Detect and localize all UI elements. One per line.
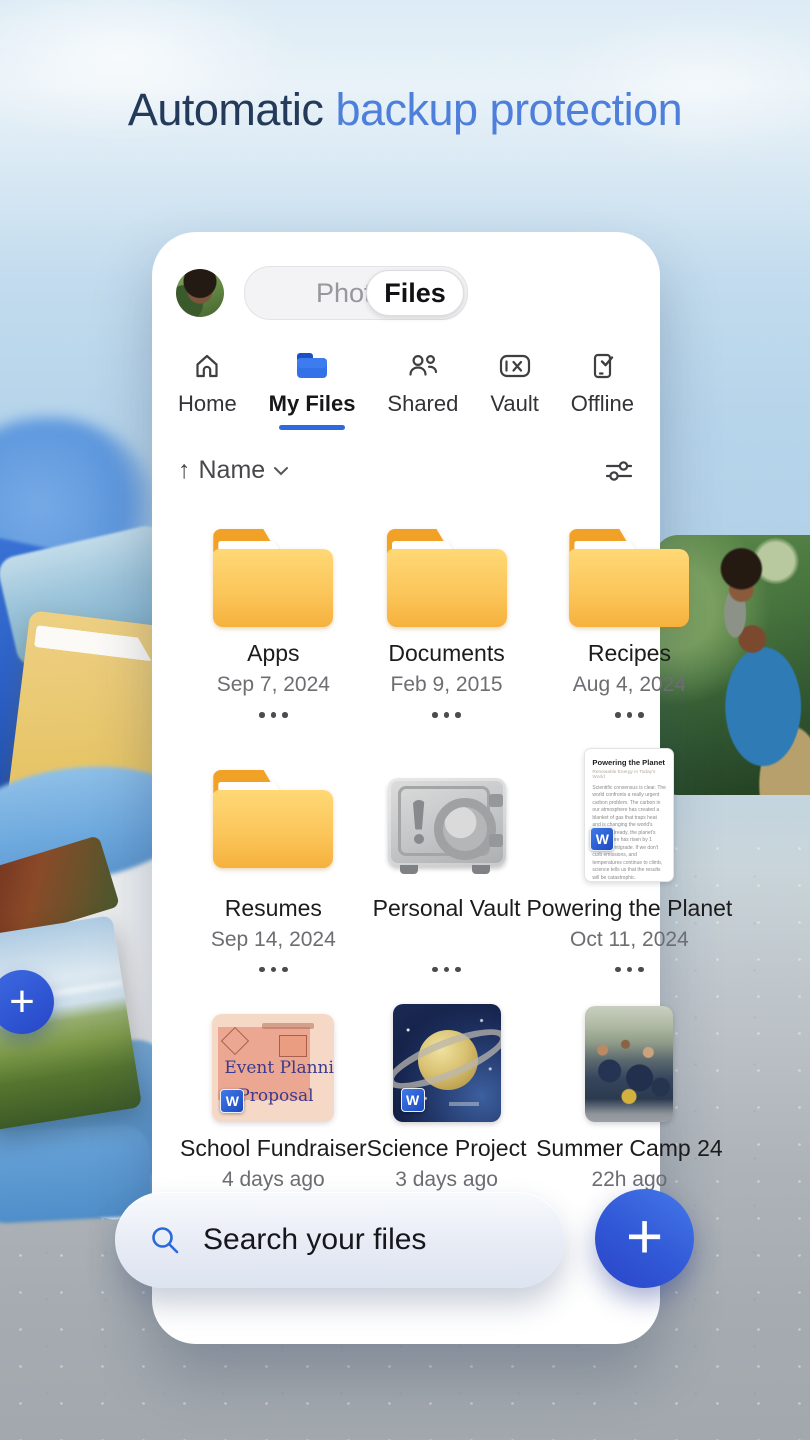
file-name: Science Project bbox=[367, 1135, 527, 1162]
file-tile-school-fundraiser[interactable]: Event Planning Proposal W School Fundrai… bbox=[180, 998, 367, 1213]
file-name: Resumes bbox=[225, 895, 322, 922]
plus-glyph: + bbox=[9, 977, 35, 1027]
search-bar[interactable]: Search your files bbox=[115, 1192, 565, 1288]
tab-label: My Files bbox=[269, 391, 356, 417]
file-date: Oct 11, 2024 bbox=[570, 928, 689, 952]
group-photo-preview bbox=[585, 1006, 673, 1122]
tab-my-files[interactable]: My Files bbox=[269, 350, 356, 430]
file-name: Apps bbox=[247, 640, 299, 667]
file-date: Sep 14, 2024 bbox=[211, 928, 336, 952]
file-date: 22h ago bbox=[591, 1168, 667, 1192]
personal-vault-safe-icon bbox=[388, 778, 506, 874]
tab-bar: Home My Files Shared Vault bbox=[176, 350, 636, 430]
tab-offline[interactable]: Offline bbox=[571, 350, 634, 430]
file-date: 4 days ago bbox=[222, 1168, 325, 1192]
tab-shared[interactable]: Shared bbox=[387, 350, 458, 430]
word-document-preview: Powering the Planet Renewable Energy in … bbox=[584, 748, 674, 882]
file-date: Aug 4, 2024 bbox=[573, 673, 686, 697]
file-date: Feb 9, 2015 bbox=[391, 673, 503, 697]
blue-folder-icon bbox=[295, 350, 329, 382]
phone-check-icon bbox=[587, 350, 617, 382]
file-name: Summer Camp 24 bbox=[536, 1135, 723, 1162]
photos-files-toggle[interactable]: Photos Files bbox=[244, 266, 468, 320]
file-grid: Apps Sep 7, 2024 Documents Feb 9, 2015 R… bbox=[176, 525, 636, 1213]
app-card: Photos Files Home My Files bbox=[152, 232, 660, 1344]
file-date: 3 days ago bbox=[395, 1168, 498, 1192]
file-tile-summer-camp[interactable]: Summer Camp 24 22h ago bbox=[526, 998, 732, 1213]
file-name: Powering the Planet bbox=[526, 895, 732, 922]
toggle-files[interactable]: Files bbox=[366, 270, 464, 316]
doc-preview-subtitle: Renewable Energy in Today's World bbox=[592, 770, 666, 780]
file-tile-recipes[interactable]: Recipes Aug 4, 2024 bbox=[526, 525, 732, 718]
chevron-down-icon bbox=[273, 466, 289, 476]
yellow-folder-icon bbox=[387, 529, 507, 627]
file-name: Documents bbox=[388, 640, 504, 667]
tab-label: Offline bbox=[571, 391, 634, 417]
file-name: Recipes bbox=[588, 640, 671, 667]
people-icon bbox=[407, 350, 439, 382]
file-name: School Fundraiser bbox=[180, 1135, 367, 1162]
more-menu-icon[interactable] bbox=[429, 712, 464, 718]
file-name: Personal Vault bbox=[373, 895, 521, 922]
filter-sliders-icon[interactable] bbox=[604, 458, 634, 484]
doc-preview-line2: Proposal bbox=[238, 1086, 313, 1106]
file-tile-resumes[interactable]: Resumes Sep 14, 2024 bbox=[180, 744, 367, 973]
page-title: Automatic backup protection bbox=[0, 84, 810, 136]
more-menu-icon[interactable] bbox=[612, 967, 647, 973]
tab-vault[interactable]: Vault bbox=[490, 350, 539, 430]
word-document-preview: Event Planning Proposal W bbox=[212, 1014, 334, 1122]
title-accent: backup protection bbox=[335, 84, 682, 135]
file-date: Sep 7, 2024 bbox=[217, 673, 330, 697]
doc-preview-title: Powering the Planet bbox=[592, 759, 666, 768]
sort-ascending-icon: ↑ bbox=[178, 456, 191, 485]
sort-label: Name bbox=[199, 456, 266, 485]
search-placeholder: Search your files bbox=[203, 1223, 426, 1257]
word-icon: W bbox=[220, 1089, 244, 1113]
active-tab-underline bbox=[279, 425, 345, 430]
file-tile-science-project[interactable]: W Science Project 3 days ago bbox=[367, 998, 527, 1213]
home-icon bbox=[192, 350, 222, 382]
word-icon: W bbox=[590, 827, 614, 851]
tab-home[interactable]: Home bbox=[178, 350, 237, 430]
word-document-preview-saturn: W bbox=[393, 1004, 501, 1122]
more-menu-icon[interactable] bbox=[256, 967, 291, 973]
more-menu-icon[interactable] bbox=[429, 967, 464, 973]
title-prefix: Automatic bbox=[128, 84, 324, 135]
app-header: Photos Files bbox=[176, 266, 636, 320]
tab-label: Vault bbox=[490, 391, 539, 417]
more-menu-icon[interactable] bbox=[612, 712, 647, 718]
yellow-folder-icon bbox=[213, 529, 333, 627]
word-icon: W bbox=[401, 1088, 425, 1112]
yellow-folder-icon bbox=[213, 770, 333, 868]
more-menu-icon[interactable] bbox=[256, 712, 291, 718]
tab-label: Home bbox=[178, 391, 237, 417]
search-icon bbox=[149, 1224, 181, 1256]
user-avatar[interactable] bbox=[176, 269, 224, 317]
vault-safe-icon bbox=[498, 350, 532, 382]
file-tile-documents[interactable]: Documents Feb 9, 2015 bbox=[367, 525, 527, 718]
yellow-folder-icon bbox=[569, 529, 689, 627]
doc-preview-line1: Event Planning bbox=[224, 1058, 334, 1078]
plus-icon: + bbox=[626, 1204, 663, 1268]
tab-label: Shared bbox=[387, 391, 458, 417]
file-tile-powering-the-planet[interactable]: Powering the Planet Renewable Energy in … bbox=[526, 744, 732, 973]
sort-button[interactable]: ↑ Name bbox=[178, 456, 289, 485]
file-tile-apps[interactable]: Apps Sep 7, 2024 bbox=[180, 525, 367, 718]
list-toolbar: ↑ Name bbox=[176, 456, 636, 485]
file-tile-personal-vault[interactable]: Personal Vault bbox=[367, 744, 527, 973]
add-fab-button[interactable]: + bbox=[595, 1189, 694, 1288]
